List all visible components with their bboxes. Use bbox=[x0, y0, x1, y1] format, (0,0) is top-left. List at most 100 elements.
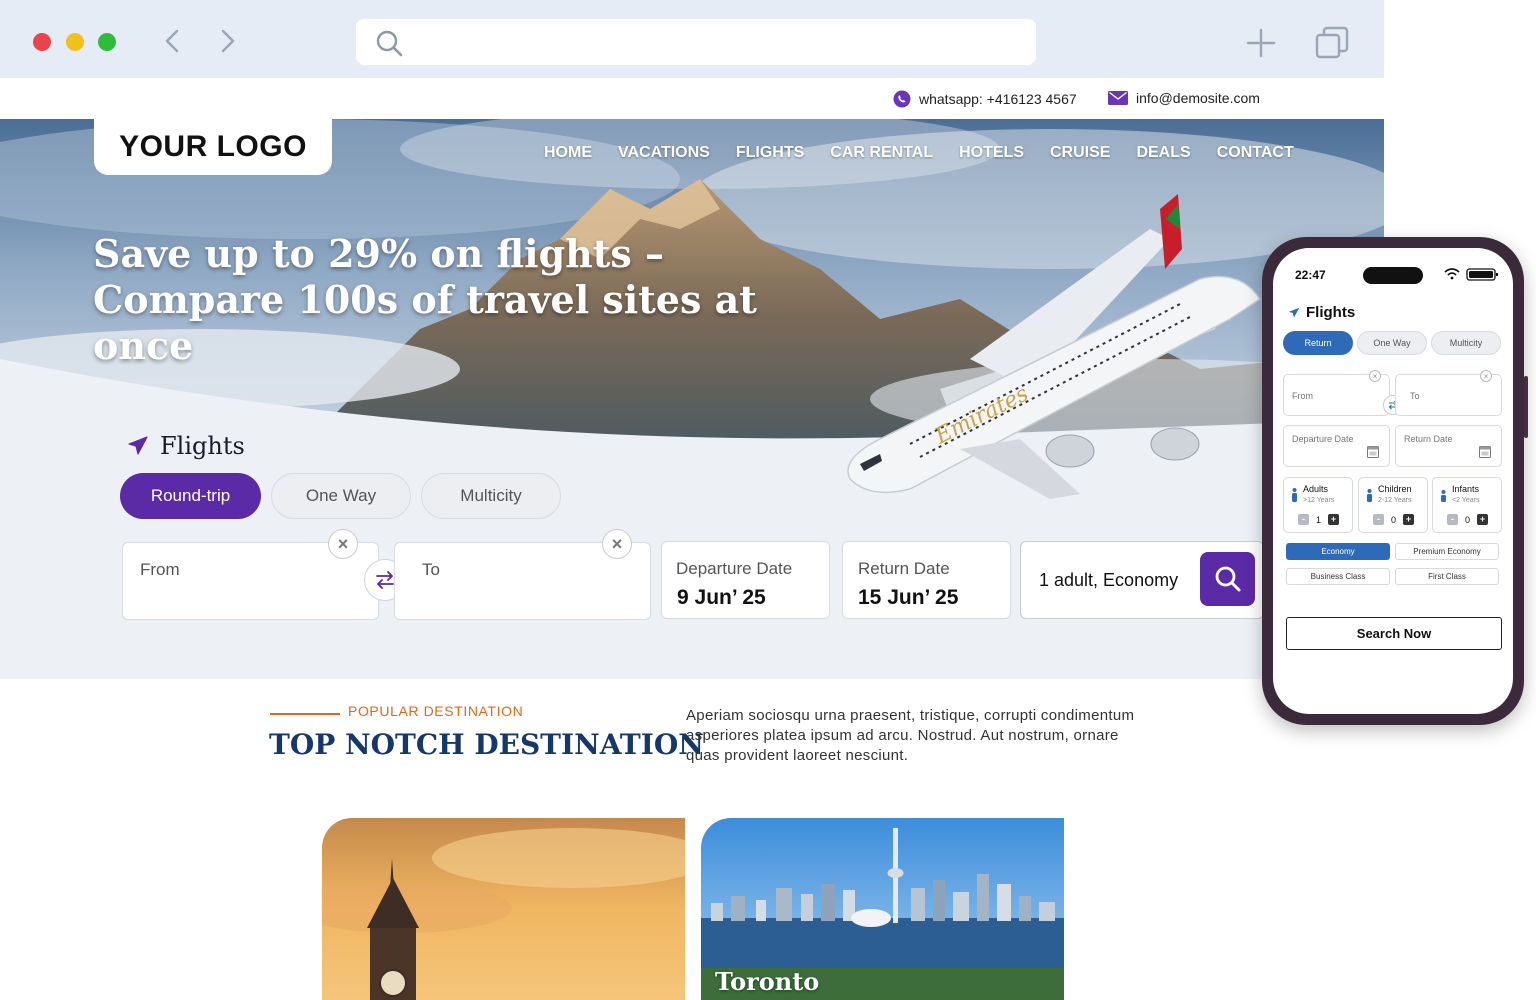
contact-bar: whatsapp: +416123 4567 info@demosite.com bbox=[0, 78, 1384, 119]
airplane-icon bbox=[1288, 307, 1300, 318]
whatsapp-contact[interactable]: whatsapp: +416123 4567 bbox=[893, 90, 1077, 108]
phone-infants-counter: Infants <2 Years - 0 + bbox=[1432, 477, 1502, 533]
return-value: 15 Jun’ 25 bbox=[858, 586, 959, 609]
phone-title: Flights bbox=[1306, 304, 1356, 321]
whatsapp-text: whatsapp: +416123 4567 bbox=[919, 91, 1077, 107]
tab-multicity[interactable]: Multicity bbox=[421, 473, 561, 519]
class-business[interactable]: Business Class bbox=[1286, 568, 1390, 585]
class-first[interactable]: First Class bbox=[1395, 568, 1499, 585]
flights-heading: Flights bbox=[126, 432, 245, 460]
children-age: 2-12 Years bbox=[1378, 497, 1412, 504]
phone-flights-heading: Flights bbox=[1287, 304, 1355, 321]
nav-hotels[interactable]: HOTELS bbox=[959, 144, 1024, 162]
from-label: From bbox=[140, 560, 180, 579]
phone-screen: 22:47 Flights Return One Way Multicity F… bbox=[1273, 248, 1513, 714]
phone-tab-return[interactable]: Return bbox=[1283, 331, 1353, 355]
tab-one-way[interactable]: One Way bbox=[271, 473, 411, 519]
browser-chrome bbox=[0, 0, 1384, 78]
section-kicker: POPULAR DESTINATION bbox=[348, 703, 524, 719]
nav-vacations[interactable]: VACATIONS bbox=[618, 144, 710, 162]
return-label: Return Date bbox=[858, 559, 950, 578]
clear-to-button[interactable]: × bbox=[602, 529, 632, 559]
class-premium-economy[interactable]: Premium Economy bbox=[1395, 543, 1499, 560]
phone-dynamic-island bbox=[1363, 267, 1423, 284]
person-icon bbox=[1292, 488, 1297, 502]
phone-tab-one-way[interactable]: One Way bbox=[1357, 331, 1427, 355]
passengers-value: 1 adult, Economy bbox=[1039, 570, 1179, 590]
children-count: 0 bbox=[1391, 514, 1397, 525]
return-date-field[interactable]: Return Date 15 Jun’ 25 bbox=[842, 541, 1011, 619]
children-plus-button[interactable]: + bbox=[1403, 514, 1415, 525]
infants-age: <2 Years bbox=[1452, 497, 1480, 504]
calendar-icon bbox=[1367, 446, 1379, 458]
address-bar[interactable] bbox=[356, 19, 1036, 65]
calendar-icon bbox=[1479, 446, 1491, 458]
phone-return-field[interactable]: Return Date bbox=[1395, 425, 1502, 467]
nav-contact[interactable]: CONTACT bbox=[1217, 144, 1294, 162]
trip-type-tabs: Round-trip One Way Multicity bbox=[120, 473, 561, 519]
phone-mockup: 22:47 Flights Return One Way Multicity F… bbox=[1262, 237, 1524, 725]
main-nav: HOME VACATIONS FLIGHTS CAR RENTAL HOTELS… bbox=[544, 144, 1294, 162]
tab-round-trip[interactable]: Round-trip bbox=[120, 473, 261, 519]
phone-search-now-button[interactable]: Search Now bbox=[1286, 617, 1502, 650]
phone-side-button bbox=[1524, 376, 1528, 438]
whatsapp-icon bbox=[893, 90, 911, 108]
children-label: Children bbox=[1378, 484, 1412, 494]
email-contact[interactable]: info@demosite.com bbox=[1108, 90, 1260, 106]
person-icon bbox=[1367, 489, 1372, 502]
flights-heading-text: Flights bbox=[160, 432, 245, 460]
maximize-window-button[interactable] bbox=[98, 33, 116, 51]
adults-count: 1 bbox=[1316, 514, 1322, 525]
infants-plus-button[interactable]: + bbox=[1477, 514, 1489, 525]
phone-from-label: From bbox=[1292, 391, 1313, 401]
adults-plus-button[interactable]: + bbox=[1328, 514, 1340, 525]
nav-flights[interactable]: FLIGHTS bbox=[736, 144, 804, 162]
kicker-line bbox=[270, 713, 340, 715]
nav-cruise[interactable]: CRUISE bbox=[1050, 144, 1110, 162]
class-economy[interactable]: Economy bbox=[1286, 543, 1390, 560]
phone-clear-to[interactable]: × bbox=[1480, 370, 1492, 382]
infants-minus-button[interactable]: - bbox=[1447, 514, 1458, 525]
status-bar-icons bbox=[1444, 268, 1498, 281]
nav-car-rental[interactable]: CAR RENTAL bbox=[830, 144, 933, 162]
phone-tab-multicity[interactable]: Multicity bbox=[1431, 331, 1501, 355]
page: whatsapp: +416123 4567 info@demosite.com bbox=[0, 0, 1536, 1000]
section-description: Aperiam sociosqu urna praesent, tristiqu… bbox=[686, 707, 1135, 764]
adults-label: Adults bbox=[1303, 484, 1329, 494]
departure-label: Departure Date bbox=[676, 559, 793, 578]
airplane-icon bbox=[128, 436, 148, 455]
forward-arrow-icon[interactable] bbox=[212, 26, 242, 56]
destination-card[interactable] bbox=[322, 818, 685, 1000]
phone-time: 22:47 bbox=[1295, 268, 1326, 282]
children-minus-button[interactable]: - bbox=[1373, 514, 1384, 525]
children-controls: - 0 + bbox=[1373, 514, 1415, 525]
phone-departure-field[interactable]: Departure Date bbox=[1283, 425, 1390, 467]
departure-date-field[interactable]: Departure Date 9 Jun’ 25 bbox=[661, 541, 830, 619]
phone-departure-label: Departure Date bbox=[1292, 434, 1354, 444]
london-image bbox=[322, 818, 685, 1000]
mail-icon bbox=[1108, 91, 1128, 105]
logo-text: YOUR LOGO bbox=[119, 130, 307, 163]
tabs-icon[interactable] bbox=[1314, 25, 1350, 61]
hero-title: Save up to 29% on flights – Compare 100s… bbox=[93, 231, 757, 368]
destination-name: Toronto bbox=[715, 967, 820, 996]
clear-from-button[interactable]: × bbox=[328, 529, 358, 559]
new-tab-plus-icon[interactable] bbox=[1244, 26, 1278, 60]
email-text: info@demosite.com bbox=[1136, 90, 1260, 106]
infants-label: Infants bbox=[1452, 484, 1480, 494]
phone-trip-tabs: Return One Way Multicity bbox=[1283, 331, 1501, 355]
to-label: To bbox=[422, 560, 440, 579]
phone-to-label: To bbox=[1410, 391, 1420, 401]
search-button[interactable] bbox=[1200, 552, 1255, 606]
infants-count: 0 bbox=[1465, 514, 1471, 525]
adults-minus-button[interactable]: - bbox=[1298, 514, 1309, 525]
destination-card[interactable]: Toronto bbox=[701, 818, 1064, 1000]
phone-clear-from[interactable]: × bbox=[1369, 370, 1381, 382]
infants-controls: - 0 + bbox=[1447, 514, 1489, 525]
minimize-window-button[interactable] bbox=[66, 33, 84, 51]
back-arrow-icon[interactable] bbox=[158, 26, 188, 56]
close-window-button[interactable] bbox=[33, 33, 51, 51]
nav-home[interactable]: HOME bbox=[544, 144, 592, 162]
nav-deals[interactable]: DEALS bbox=[1136, 144, 1190, 162]
logo[interactable]: YOUR LOGO bbox=[94, 119, 332, 175]
